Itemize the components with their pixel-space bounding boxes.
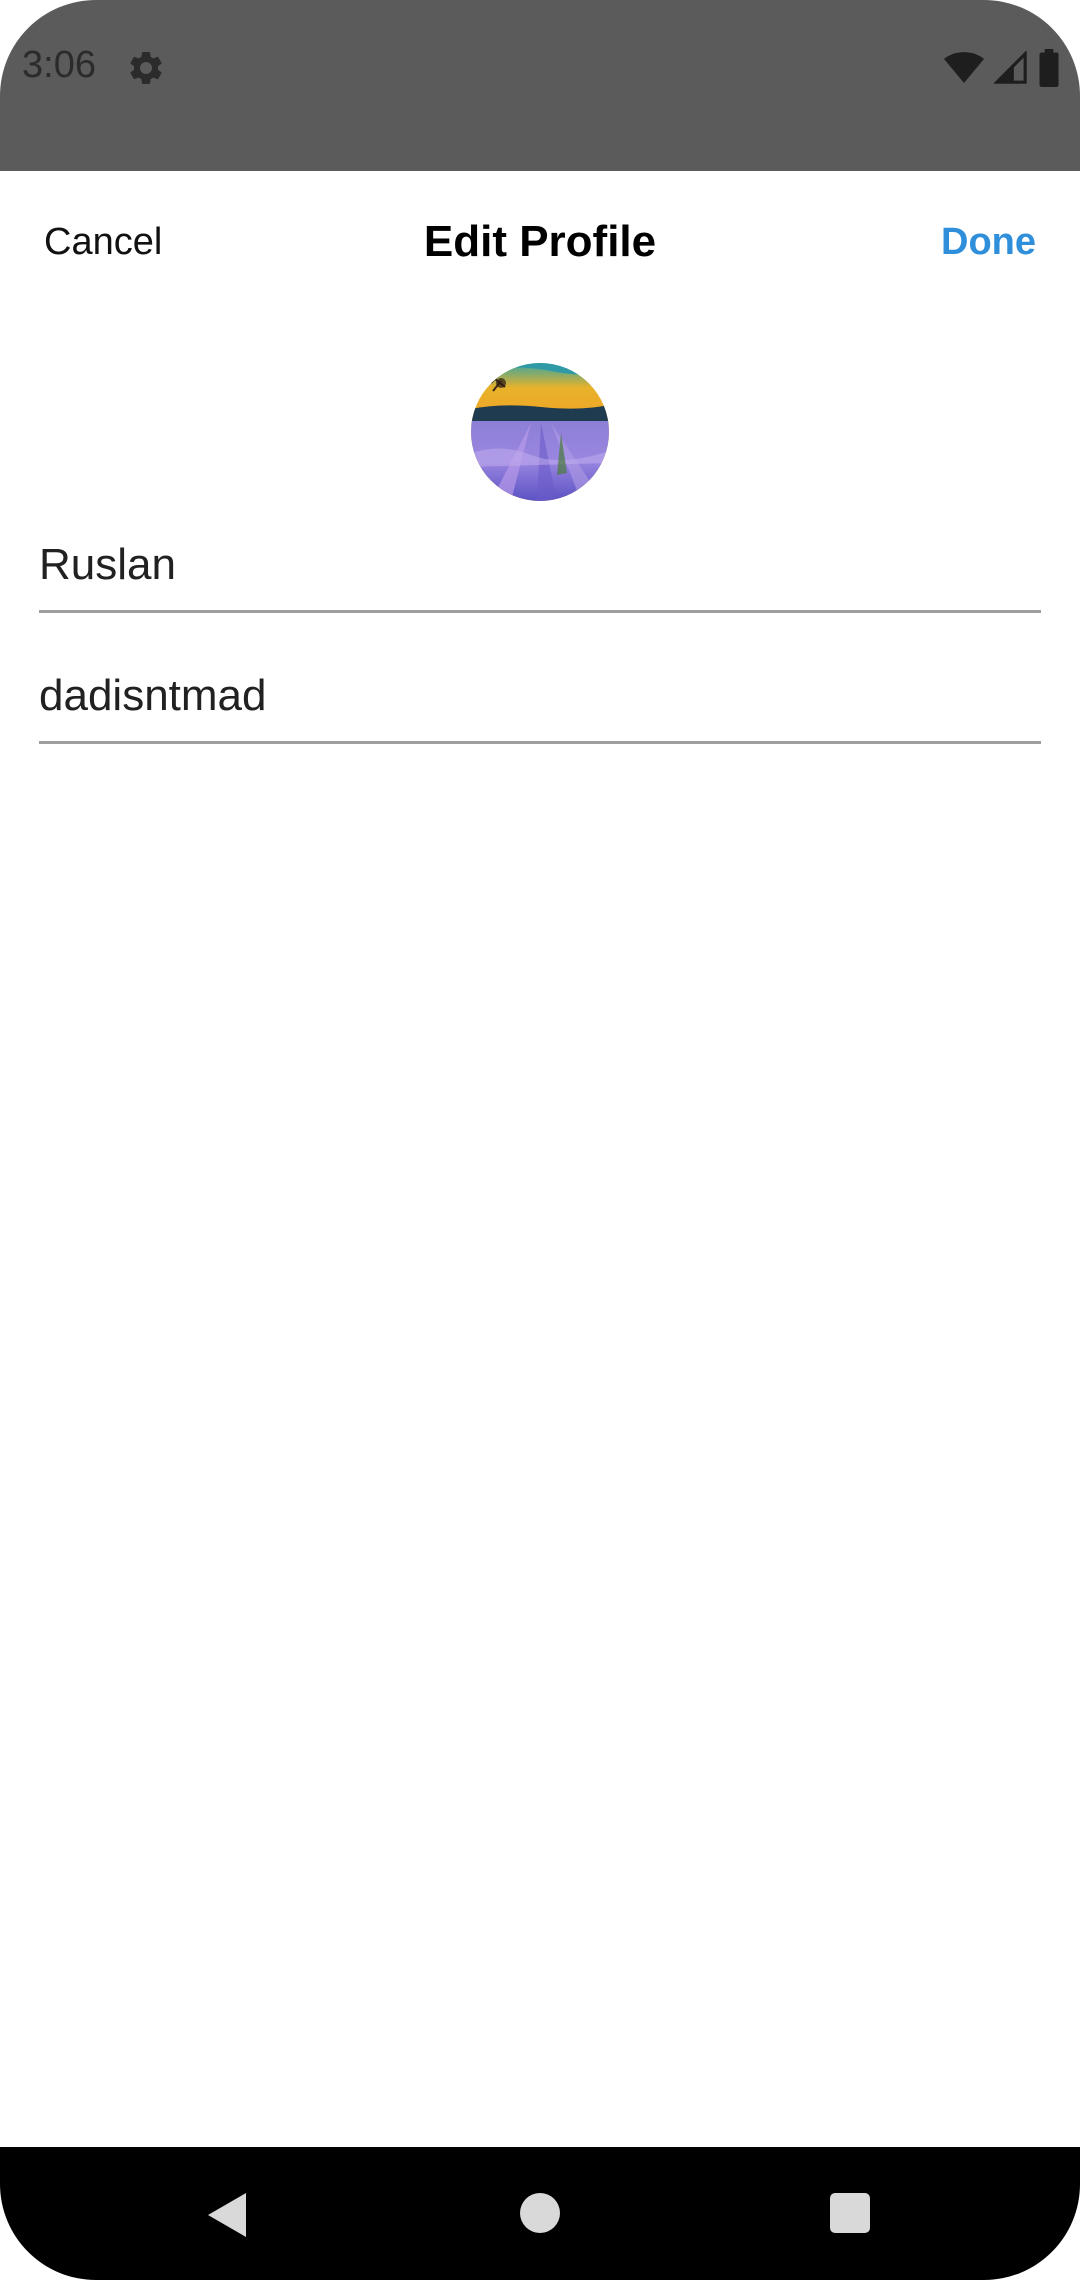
navigation-bar [0, 2147, 1080, 2280]
avatar[interactable] [471, 363, 609, 501]
recents-icon[interactable] [830, 2193, 870, 2233]
done-button[interactable]: Done [941, 221, 1036, 264]
avatar-image [471, 363, 609, 501]
username-field[interactable] [39, 651, 1041, 744]
app-bar: Cancel Edit Profile Done [0, 171, 1080, 325]
battery-icon [1039, 49, 1059, 87]
name-field[interactable] [39, 520, 1041, 613]
status-icons [944, 48, 1060, 88]
status-time: 3:06 [22, 44, 96, 86]
phone-screen: 3:06 Cancel Edit Profile Done [0, 0, 1080, 2280]
status-bar: 3:06 [0, 0, 1080, 171]
wifi-icon [944, 52, 984, 83]
name-input[interactable] [39, 540, 1041, 590]
page-title: Edit Profile [423, 217, 657, 266]
back-icon[interactable] [204, 2191, 248, 2239]
username-input[interactable] [39, 671, 1041, 721]
settings-gear-icon [130, 51, 162, 84]
home-icon[interactable] [520, 2193, 560, 2233]
signal-icon [994, 51, 1027, 84]
